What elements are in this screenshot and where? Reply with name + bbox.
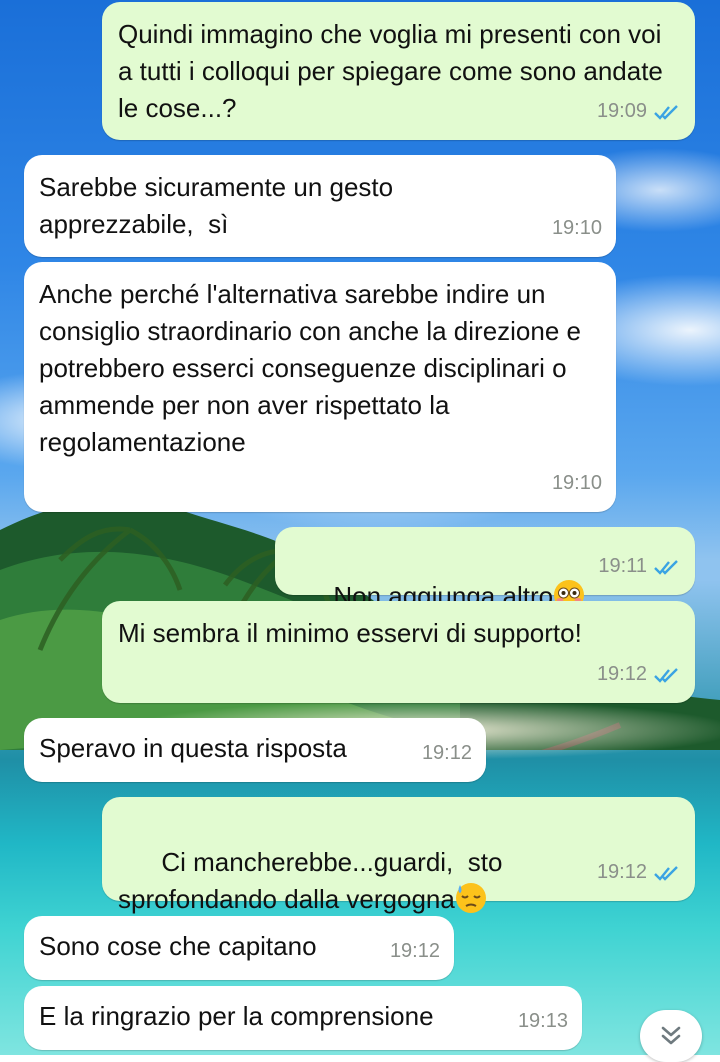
read-receipt-icon (654, 559, 678, 575)
scroll-to-bottom-button[interactable] (640, 1010, 702, 1062)
message-text: Ci mancherebbe...guardi, sto sprofondand… (118, 847, 510, 914)
message-time: 19:10 (551, 472, 602, 494)
message-time: 19:12 (389, 940, 440, 962)
read-receipt-icon (654, 104, 678, 120)
message-time: 19:12 (596, 861, 647, 883)
message-meta: 19:12 (597, 854, 681, 891)
message-text: Sono cose che capitano (39, 931, 317, 961)
read-receipt-icon (654, 667, 678, 683)
message-text: E la ringrazio per la comprensione (39, 1001, 434, 1031)
message-meta: 19:12 (597, 656, 681, 693)
message-text: Quindi immagino che voglia mi presenti c… (118, 19, 671, 123)
message-time: 19:11 (598, 555, 647, 577)
read-receipt-icon (654, 865, 678, 881)
message-list[interactable]: Quindi immagino che voglia mi presenti c… (0, 0, 720, 1055)
message-bubble-incoming[interactable]: E la ringrazio per la comprensione 19:13 (24, 986, 582, 1050)
message-bubble-incoming[interactable]: Anche perché l'alternativa sarebbe indir… (24, 262, 616, 512)
message-meta: 19:12 (390, 933, 440, 970)
message-time: 19:10 (551, 217, 602, 239)
message-meta: 19:10 (552, 210, 602, 247)
message-meta: 19:10 (552, 465, 602, 502)
message-bubble-outgoing[interactable]: Non aggiunga altro 19:11 (275, 527, 695, 611)
message-time: 19:13 (517, 1010, 568, 1032)
message-bubble-incoming[interactable]: Sarebbe sicuramente un gesto apprezzabil… (24, 155, 616, 257)
message-meta: 19:13 (518, 1003, 568, 1040)
message-time: 19:09 (596, 100, 647, 122)
message-bubble-incoming[interactable]: Speravo in questa risposta 19:12 (24, 718, 486, 782)
message-bubble-outgoing[interactable]: Quindi immagino che voglia mi presenti c… (102, 2, 695, 140)
message-time: 19:12 (421, 742, 472, 764)
message-text: Mi sembra il minimo esservi di supporto! (118, 618, 582, 648)
downcast-face-with-sweat-emoji-icon (455, 883, 486, 913)
message-text: Speravo in questa risposta (39, 733, 347, 763)
message-meta: 19:12 (422, 735, 472, 772)
message-meta: 19:09 (597, 93, 681, 130)
double-chevron-down-icon (661, 1026, 681, 1045)
message-bubble-outgoing[interactable]: Mi sembra il minimo esservi di supporto!… (102, 601, 695, 703)
message-bubble-outgoing[interactable]: Ci mancherebbe...guardi, sto sprofondand… (102, 797, 695, 914)
message-meta: 19:11 (598, 548, 681, 585)
message-bubble-incoming[interactable]: Sono cose che capitano 19:12 (24, 916, 454, 980)
message-time: 19:12 (596, 663, 647, 685)
message-text: Sarebbe sicuramente un gesto apprezzabil… (39, 172, 401, 239)
message-text: Anche perché l'alternativa sarebbe indir… (39, 279, 589, 457)
